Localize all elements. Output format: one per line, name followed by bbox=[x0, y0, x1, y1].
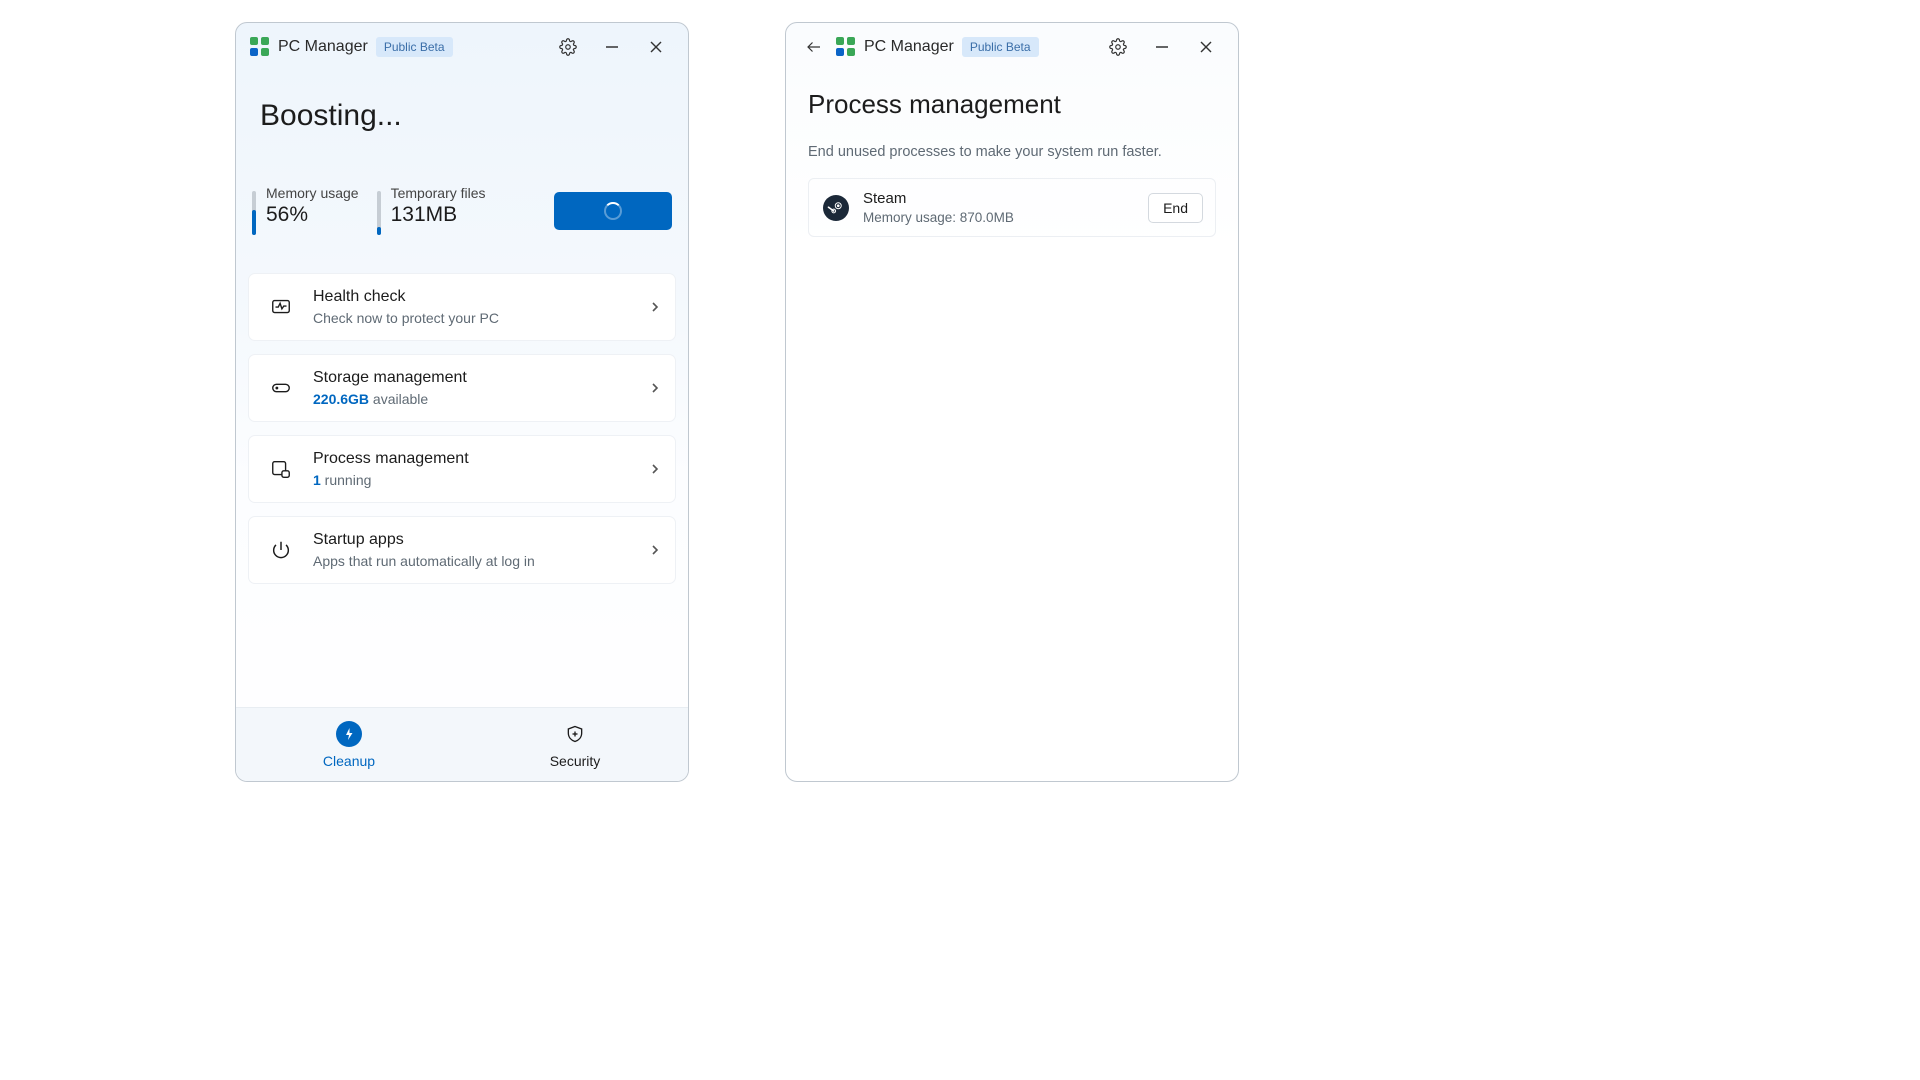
page-content: Process management End unused processes … bbox=[786, 71, 1238, 237]
nav-cleanup[interactable]: Cleanup bbox=[236, 708, 462, 781]
process-icon bbox=[267, 455, 295, 483]
memory-stat: Memory usage 56% bbox=[252, 185, 359, 237]
shield-icon bbox=[562, 721, 588, 747]
app-title: PC Manager bbox=[864, 38, 954, 56]
chevron-right-icon bbox=[649, 463, 661, 475]
back-button[interactable] bbox=[800, 33, 828, 61]
end-process-button[interactable]: End bbox=[1148, 193, 1203, 223]
card-health-check[interactable]: Health check Check now to protect your P… bbox=[248, 273, 676, 341]
storage-icon bbox=[267, 374, 295, 402]
spinner-icon bbox=[604, 202, 622, 220]
gear-icon bbox=[559, 38, 577, 56]
card-title: Storage management bbox=[313, 369, 631, 387]
card-title: Startup apps bbox=[313, 531, 631, 549]
close-icon bbox=[1199, 40, 1213, 54]
steam-icon bbox=[823, 195, 849, 221]
titlebar: PC Manager Public Beta bbox=[786, 23, 1238, 71]
health-icon bbox=[267, 293, 295, 321]
memory-value: 56% bbox=[266, 203, 359, 227]
card-subtitle: 220.6GB available bbox=[313, 391, 631, 407]
tempfiles-stat: Temporary files 131MB bbox=[377, 185, 486, 237]
boost-status-heading: Boosting... bbox=[260, 99, 664, 133]
hero-section: Boosting... bbox=[236, 71, 688, 133]
minimize-button[interactable] bbox=[1144, 29, 1180, 65]
arrow-left-icon bbox=[805, 38, 823, 56]
close-icon bbox=[649, 40, 663, 54]
memory-label: Memory usage bbox=[266, 185, 359, 201]
power-icon bbox=[267, 536, 295, 564]
nav-label: Cleanup bbox=[323, 753, 375, 769]
gear-icon bbox=[1109, 38, 1127, 56]
process-row: Steam Memory usage: 870.0MB End bbox=[808, 178, 1216, 237]
app-logo-icon bbox=[250, 37, 270, 57]
close-button[interactable] bbox=[638, 29, 674, 65]
beta-badge: Public Beta bbox=[376, 37, 453, 57]
process-memory: Memory usage: 870.0MB bbox=[863, 210, 1134, 225]
tempfiles-label: Temporary files bbox=[391, 185, 486, 201]
minimize-icon bbox=[605, 40, 619, 54]
boost-button[interactable] bbox=[554, 192, 672, 230]
beta-badge: Public Beta bbox=[962, 37, 1039, 57]
titlebar: PC Manager Public Beta bbox=[236, 23, 688, 71]
bottom-nav: Cleanup Security bbox=[236, 707, 688, 781]
bolt-icon bbox=[336, 721, 362, 747]
close-button[interactable] bbox=[1188, 29, 1224, 65]
nav-security[interactable]: Security bbox=[462, 708, 688, 781]
card-storage-management[interactable]: Storage management 220.6GB available bbox=[248, 354, 676, 422]
minimize-button[interactable] bbox=[594, 29, 630, 65]
card-startup-apps[interactable]: Startup apps Apps that run automatically… bbox=[248, 516, 676, 584]
settings-button[interactable] bbox=[550, 29, 586, 65]
chevron-right-icon bbox=[649, 382, 661, 394]
card-subtitle: 1 running bbox=[313, 472, 631, 488]
minimize-icon bbox=[1155, 40, 1169, 54]
page-title: Process management bbox=[808, 89, 1216, 120]
window-cleanup: PC Manager Public Beta Boosting... Memor… bbox=[235, 22, 689, 782]
chevron-right-icon bbox=[649, 544, 661, 556]
page-description: End unused processes to make your system… bbox=[808, 144, 1216, 160]
card-subtitle: Apps that run automatically at log in bbox=[313, 553, 631, 569]
settings-button[interactable] bbox=[1100, 29, 1136, 65]
app-title: PC Manager bbox=[278, 38, 368, 56]
card-subtitle: Check now to protect your PC bbox=[313, 310, 631, 326]
window-process-management: PC Manager Public Beta Process managemen… bbox=[785, 22, 1239, 782]
card-title: Health check bbox=[313, 288, 631, 306]
nav-label: Security bbox=[550, 753, 601, 769]
tempfiles-value: 131MB bbox=[391, 203, 486, 227]
card-process-management[interactable]: Process management 1 running bbox=[248, 435, 676, 503]
chevron-right-icon bbox=[649, 301, 661, 313]
app-logo-icon bbox=[836, 37, 856, 57]
process-name: Steam bbox=[863, 190, 1134, 207]
card-list: Health check Check now to protect your P… bbox=[236, 267, 688, 584]
stats-row: Memory usage 56% Temporary files 131MB bbox=[236, 133, 688, 267]
card-title: Process management bbox=[313, 450, 631, 468]
